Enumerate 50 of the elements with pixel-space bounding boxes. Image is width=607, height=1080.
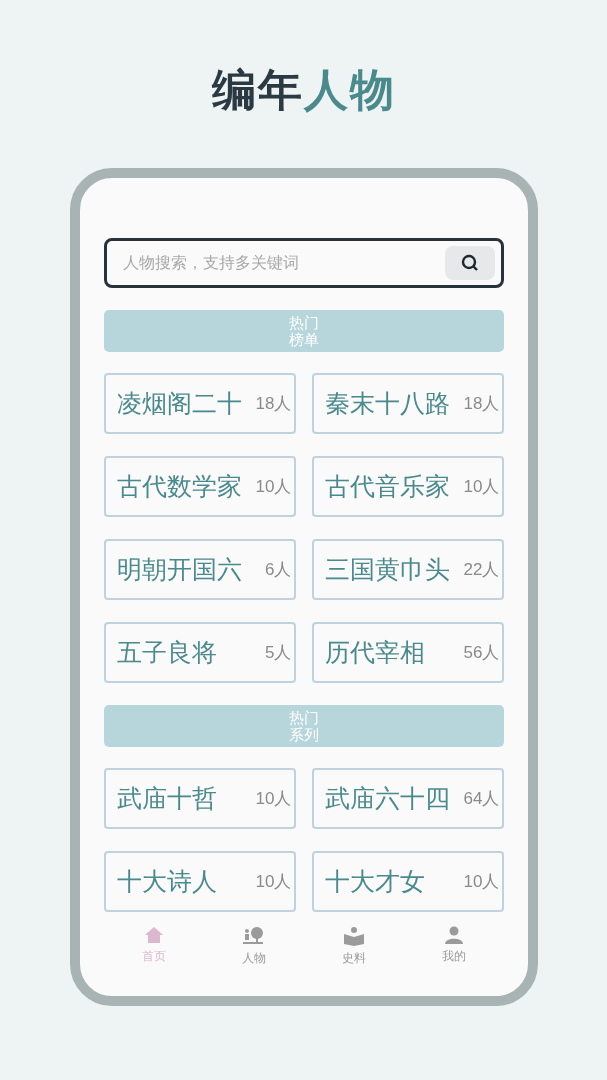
- list-card[interactable]: 武庙六十四 64人: [311, 768, 504, 829]
- person-count: 5人: [265, 641, 292, 664]
- list-name: 武庙十哲: [116, 782, 217, 814]
- list-card[interactable]: 三国黄巾头 22人: [311, 539, 504, 600]
- list-card[interactable]: 五子良将 5人: [103, 622, 296, 683]
- person-count: 18人: [463, 392, 500, 415]
- person-count: 56人: [463, 641, 500, 664]
- list-name: 古代音乐家: [324, 470, 450, 502]
- person-count: 10人: [463, 475, 500, 498]
- nav-tab[interactable]: 人物: [203, 926, 304, 967]
- list-name: 三国黄巾头: [324, 553, 450, 585]
- list-card[interactable]: 十大诗人 10人: [103, 851, 296, 912]
- list-name: 历代宰相: [324, 636, 425, 668]
- person-count: 22人: [463, 558, 500, 581]
- person-count: 10人: [463, 870, 500, 893]
- search-button[interactable]: [444, 246, 495, 280]
- list-name: 明朝开国六: [116, 553, 242, 585]
- nav-tab[interactable]: 史料: [303, 926, 404, 967]
- list-name: 秦末十八路: [324, 387, 450, 419]
- home-icon: [143, 926, 164, 944]
- list-name: 凌烟阁二十: [116, 387, 242, 419]
- list-card[interactable]: 古代音乐家 10人: [311, 456, 504, 517]
- list-name: 古代数学家: [116, 470, 242, 502]
- list-card[interactable]: 凌烟阁二十 18人: [103, 373, 296, 434]
- person-count: 6人: [265, 558, 292, 581]
- list-name: 十大诗人: [116, 865, 217, 897]
- person-count: 64人: [463, 787, 500, 810]
- person-count: 18人: [255, 392, 292, 415]
- person-count: 10人: [255, 870, 292, 893]
- user-icon: [443, 926, 464, 944]
- page-title: 编年人物: [211, 64, 396, 116]
- reading-book-icon: [342, 926, 365, 946]
- list-name: 武庙六十四: [324, 782, 450, 814]
- search-bar[interactable]: 人物搜索，支持多关键词: [103, 238, 504, 288]
- search-icon: [460, 254, 479, 272]
- section-heading: 热门系列: [287, 709, 320, 743]
- list-card[interactable]: 武庙十哲 10人: [103, 768, 296, 829]
- list-name: 十大才女: [324, 865, 425, 897]
- search-field[interactable]: 人物搜索，支持多关键词: [122, 251, 445, 275]
- nav-tab[interactable]: 我的: [403, 926, 504, 967]
- list-card[interactable]: 秦末十八路 18人: [311, 373, 504, 434]
- list-name: 五子良将: [116, 636, 217, 668]
- list-card[interactable]: 历代宰相 56人: [311, 622, 504, 683]
- list-card[interactable]: 明朝开国六 6人: [103, 539, 296, 600]
- person-count: 10人: [255, 787, 292, 810]
- person-count: 10人: [255, 475, 292, 498]
- person-tree-icon: [241, 926, 266, 946]
- list-card[interactable]: 十大才女 10人: [311, 851, 504, 912]
- list-card[interactable]: 古代数学家 10人: [103, 456, 296, 517]
- section-heading: 热门榜单: [287, 314, 320, 348]
